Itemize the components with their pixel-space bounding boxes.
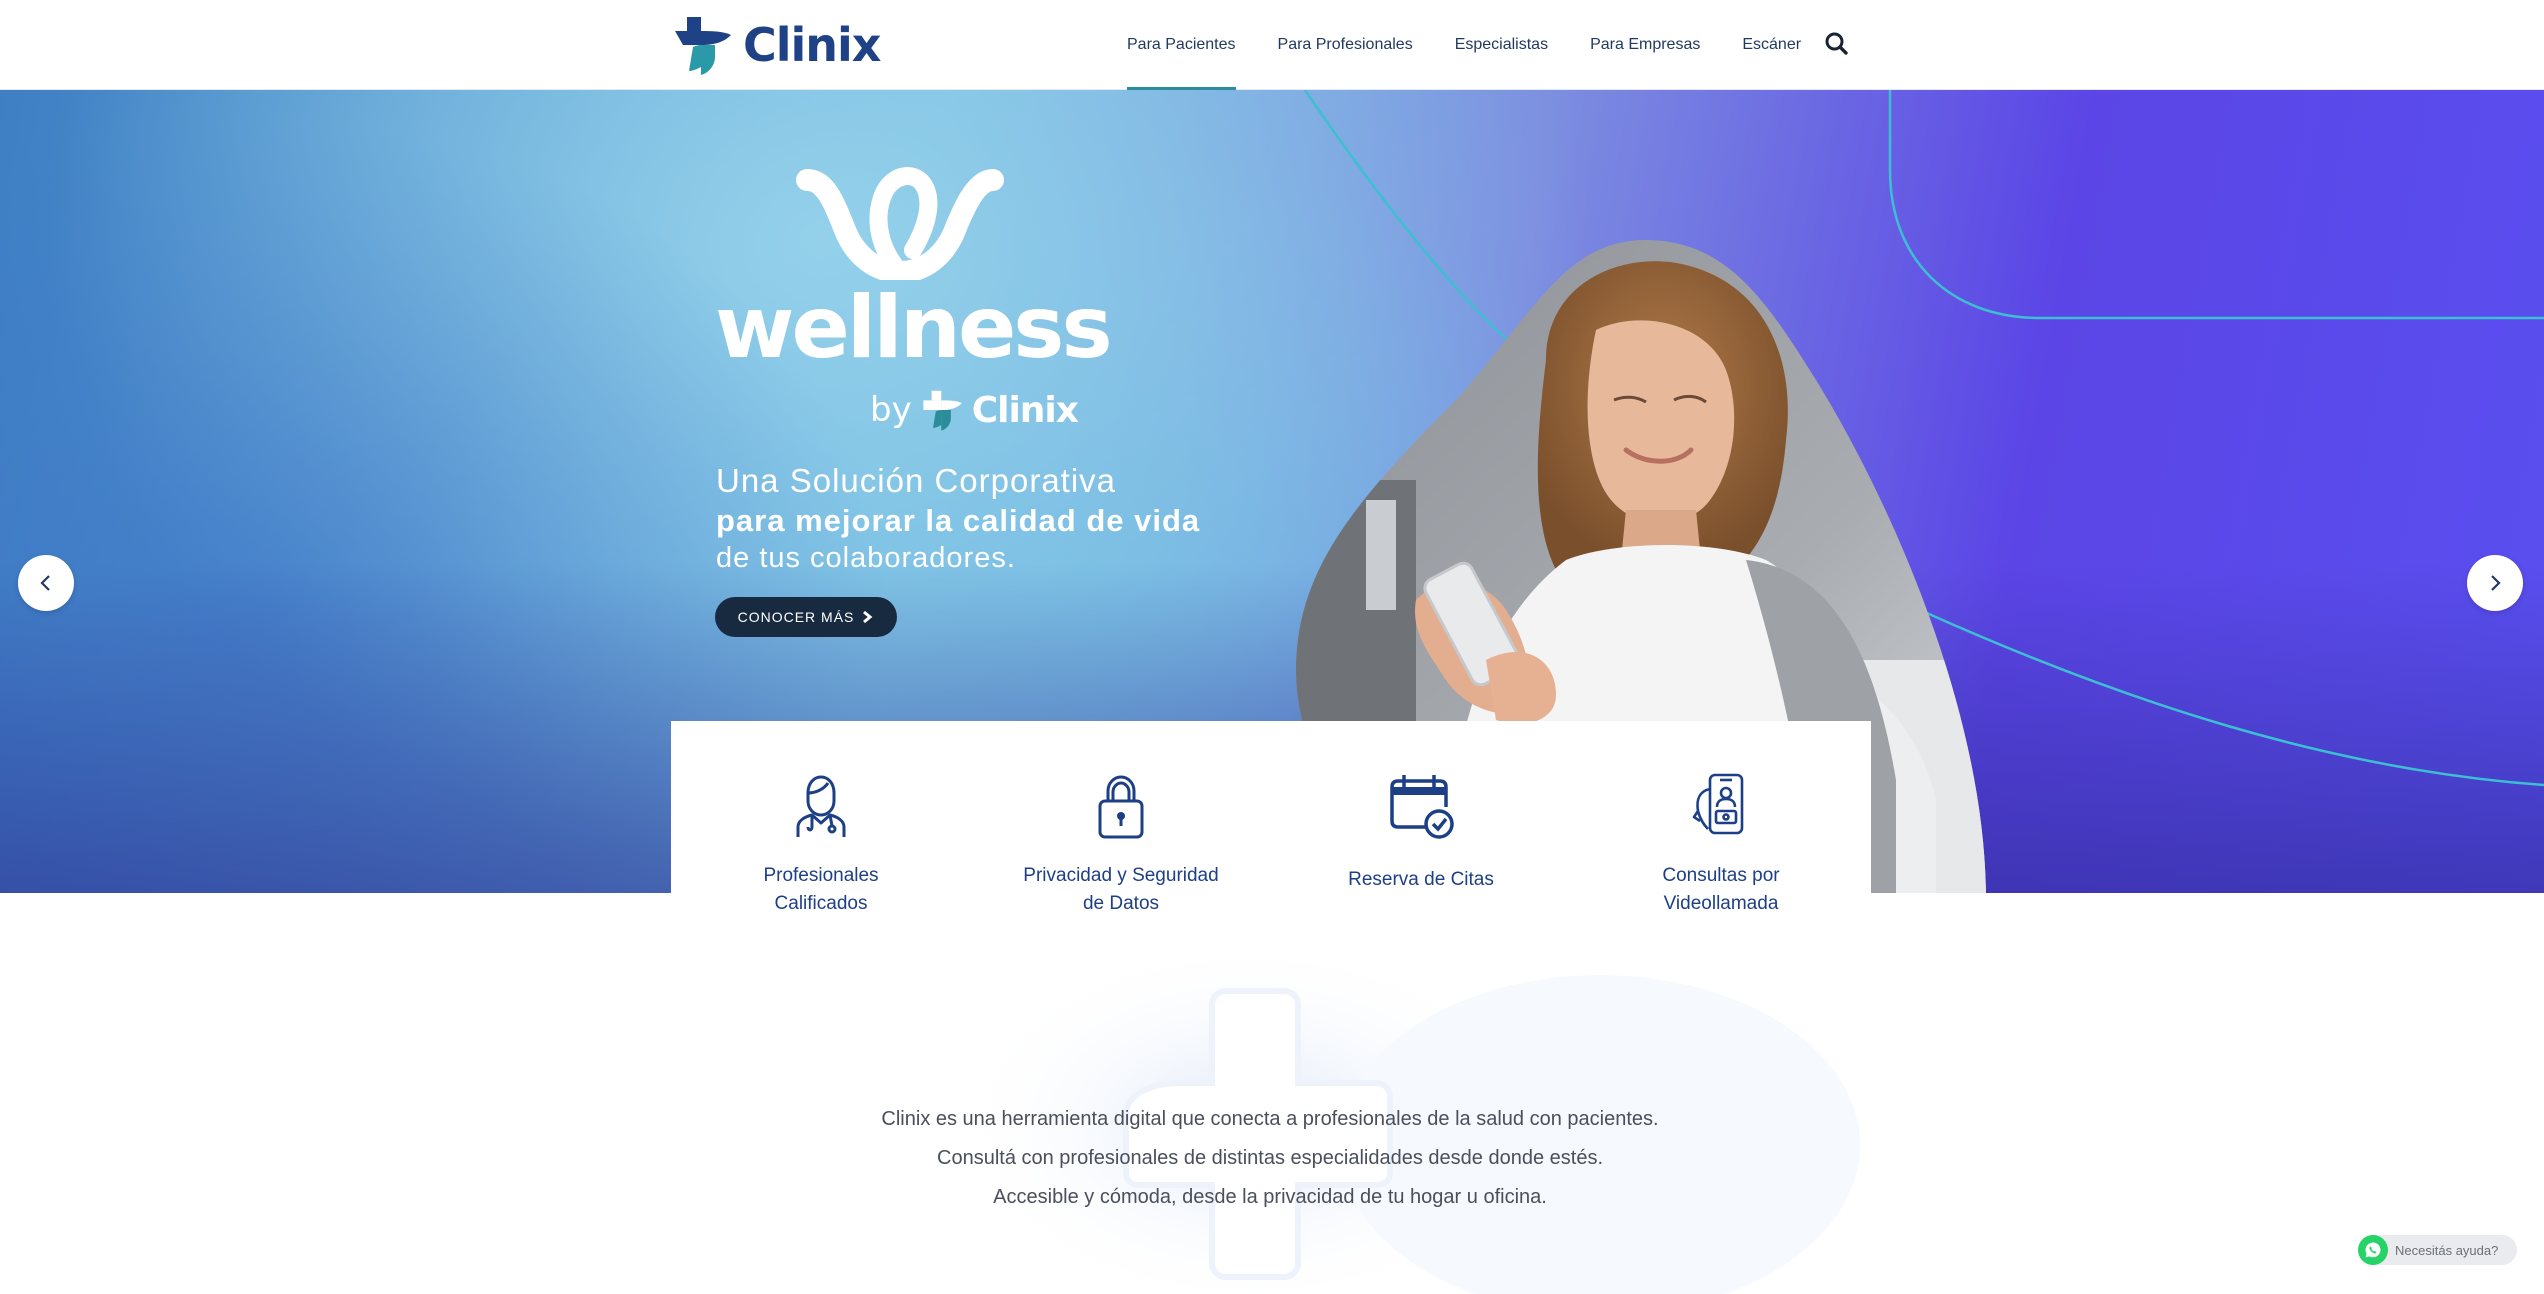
whatsapp-icon	[2358, 1235, 2388, 1265]
brand-name: Clinix	[743, 18, 881, 72]
wellness-logo: wellness by Clinix	[715, 160, 1113, 460]
wellness-wordmark: wellness	[715, 278, 1113, 378]
wellness-mark-icon	[796, 167, 1004, 280]
doctor-icon	[796, 775, 846, 837]
by-brand-label: Clinix	[971, 389, 1079, 431]
conocer-mas-button[interactable]: CONOCER MÁS	[715, 597, 897, 637]
feature-profesionales[interactable]: Profesionales Calificados	[671, 721, 971, 931]
hero-headline-1: Una Solución Corporativa	[716, 462, 1117, 499]
nav-para-pacientes[interactable]: Para Pacientes	[1127, 0, 1236, 90]
feature-privacidad[interactable]: Privacidad y Seguridad de Datos	[971, 721, 1271, 931]
intro-paragraph-3: Accesible y cómoda, desde la privacidad …	[993, 1186, 1547, 1208]
feature-label: Profesionales Calificados	[763, 865, 879, 914]
nav-especialistas[interactable]: Especialistas	[1455, 0, 1548, 90]
chevron-right-icon	[863, 610, 873, 624]
feature-label: Privacidad y Seguridad de Datos	[1023, 865, 1219, 914]
intro-text: Clinix es una herramienta digital que co…	[870, 1105, 1670, 1222]
slider-prev-button[interactable]	[18, 555, 74, 611]
slider-next-button[interactable]	[2467, 555, 2523, 611]
chevron-right-icon	[2491, 575, 2501, 591]
site-header: Clinix Para Pacientes Para Profesionales…	[0, 0, 2544, 90]
cta-label: CONOCER MÁS	[737, 609, 855, 625]
search-button[interactable]	[1824, 30, 1850, 58]
clinix-cross-icon	[675, 17, 731, 75]
hero-headline-2: para mejorar la calidad de vida	[716, 503, 1201, 538]
search-icon	[1825, 32, 1848, 55]
feature-label: Consultas por Videollamada	[1662, 865, 1780, 914]
feature-reserva-citas[interactable]: Reserva de Citas	[1271, 721, 1571, 931]
feature-videollamada[interactable]: Consultas por Videollamada	[1571, 721, 1871, 931]
nav-escaner[interactable]: Escáner	[1742, 0, 1801, 90]
lock-icon	[1098, 775, 1144, 839]
video-call-icon	[1692, 773, 1744, 835]
by-label: by	[870, 390, 912, 430]
whatsapp-help-button[interactable]: Necesitás ayuda?	[2358, 1235, 2517, 1265]
chevron-left-icon	[40, 575, 50, 591]
by-clinix-line: by Clinix	[870, 388, 1079, 432]
clinix-logo[interactable]: Clinix	[673, 12, 881, 78]
nav-para-profesionales[interactable]: Para Profesionales	[1278, 0, 1413, 90]
calendar-check-icon	[1390, 775, 1454, 839]
whatsapp-label: Necesitás ayuda?	[2395, 1242, 2499, 1258]
nav-para-empresas[interactable]: Para Empresas	[1590, 0, 1700, 90]
clinix-cross-small-icon	[923, 390, 962, 431]
feature-label: Reserva de Citas	[1348, 869, 1494, 890]
intro-paragraph-1: Clinix es una herramienta digital que co…	[881, 1108, 1659, 1130]
intro-paragraph-2: Consultá con profesionales de distintas …	[937, 1147, 1603, 1169]
hero-headline-3: de tus colaboradores.	[716, 542, 1016, 574]
features-card: Profesionales Calificados Privacidad y S…	[671, 721, 1871, 931]
main-nav: Para Pacientes Para Profesionales Especi…	[1127, 0, 1843, 90]
